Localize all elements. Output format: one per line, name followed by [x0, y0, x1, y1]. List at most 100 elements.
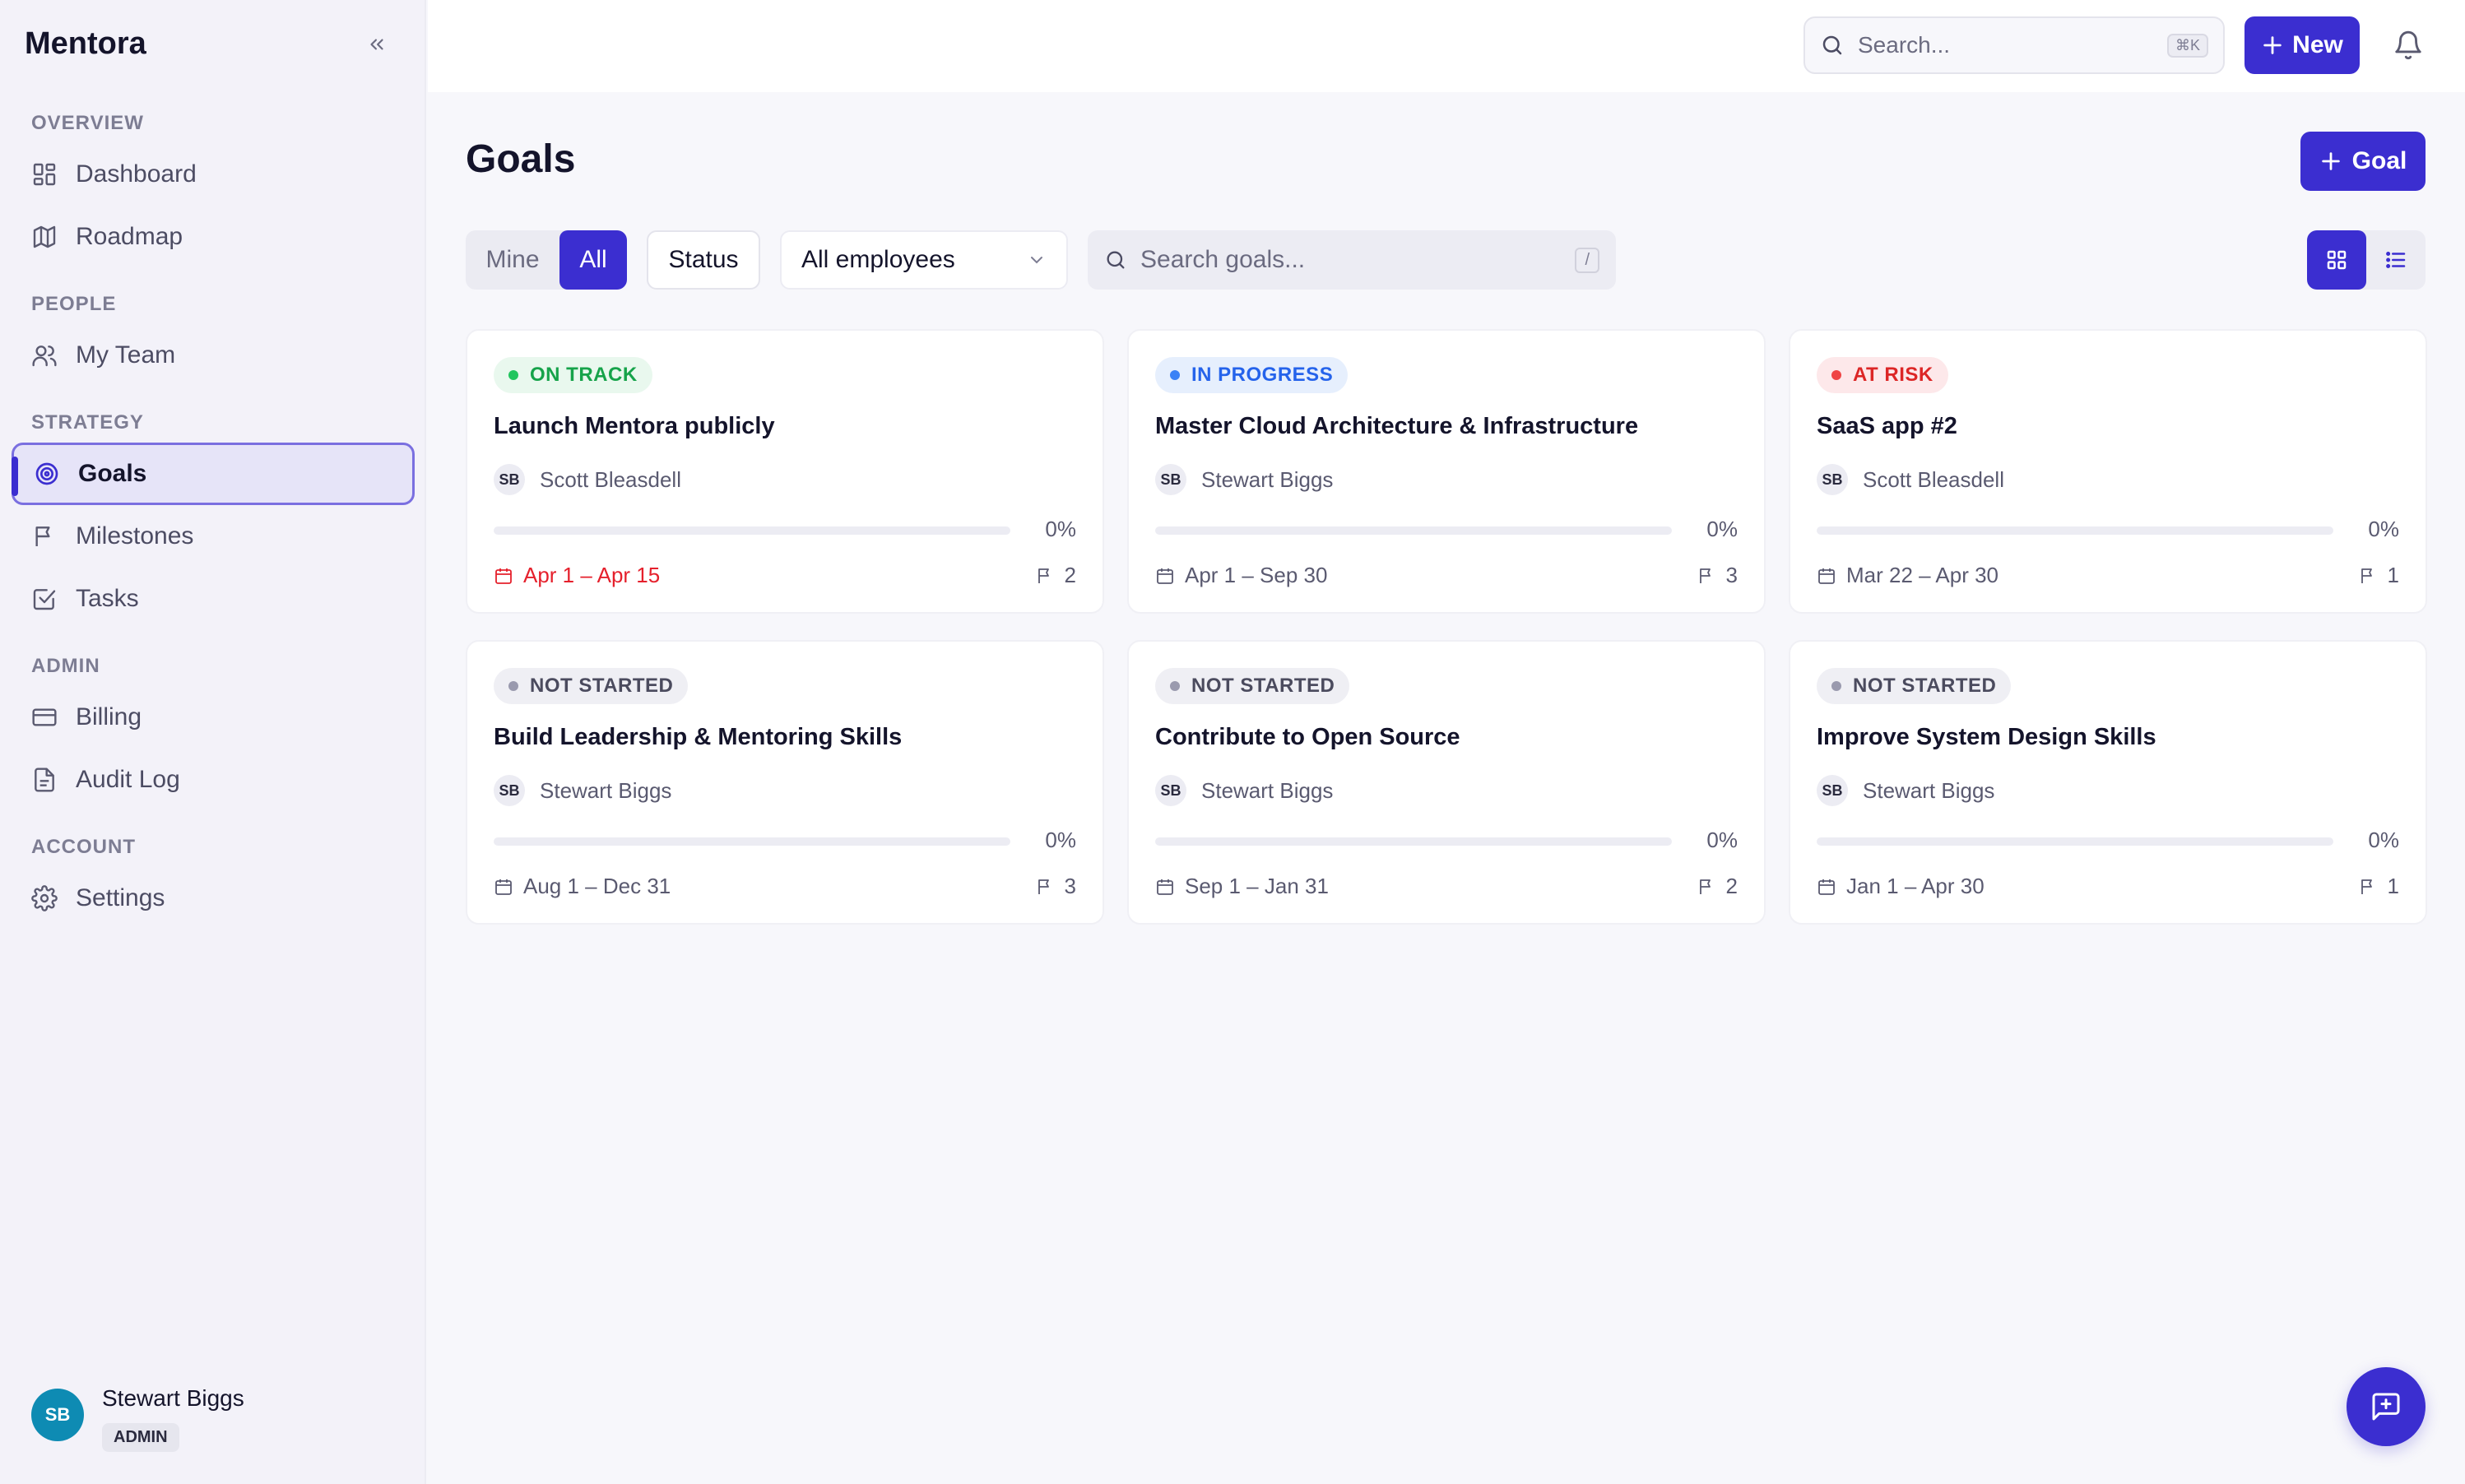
goal-dates: Aug 1 – Dec 31	[494, 874, 671, 899]
status-badge: IN PROGRESS	[1155, 357, 1349, 393]
progress-bar	[1817, 837, 2333, 846]
collapse-sidebar-button[interactable]	[362, 30, 392, 59]
employee-select-value: All employees	[801, 246, 955, 273]
user-name: Stewart Biggs	[102, 1385, 244, 1411]
goal-owner: SB Stewart Biggs	[1155, 464, 1333, 495]
goal-owner: SB Stewart Biggs	[494, 775, 671, 806]
goal-search-input[interactable]: Search goals... /	[1088, 230, 1616, 290]
avatar: SB	[1817, 464, 1848, 495]
milestone-count-value: 1	[2387, 563, 2399, 587]
milestone-count-value: 1	[2387, 874, 2399, 898]
nav-section-account: ACCOUNT	[31, 836, 136, 858]
sidebar-item-milestones[interactable]: Milestones	[12, 505, 415, 568]
list-view-button[interactable]	[2366, 230, 2426, 290]
goal-owner: SB Scott Bleasdell	[494, 464, 681, 495]
goal-title: Contribute to Open Source	[1155, 724, 1460, 750]
calendar-icon	[1818, 879, 1835, 895]
goal-card[interactable]: AT RISK SaaS app #2 SB Scott Bleasdell 0…	[1789, 329, 2427, 614]
brand-logo[interactable]: Mentora	[25, 26, 146, 62]
goal-owner: SB Scott Bleasdell	[1817, 464, 2004, 495]
progress-bar	[494, 837, 1010, 846]
sidebar: Mentora OVERVIEW Dashboard Roadmap PEOPL…	[0, 0, 426, 1484]
status-filter-button[interactable]: Status	[647, 230, 760, 290]
date-range: Mar 22 – Apr 30	[1846, 563, 1998, 587]
goal-card[interactable]: ON TRACK Launch Mentora publicly SB Scot…	[466, 329, 1104, 614]
milestone-count-value: 2	[1725, 874, 1738, 898]
goal-title: Build Leadership & Mentoring Skills	[494, 724, 903, 750]
target-icon	[35, 462, 58, 485]
page-title: Goals	[466, 137, 576, 181]
goal-card[interactable]: NOT STARTED Improve System Design Skills…	[1789, 640, 2427, 925]
status-label: IN PROGRESS	[1191, 364, 1334, 386]
message-plus-icon	[2372, 1393, 2400, 1421]
date-range: Apr 1 – Sep 30	[1185, 563, 1328, 587]
calendar-icon	[1157, 568, 1173, 584]
sidebar-item-settings[interactable]: Settings	[12, 867, 415, 930]
status-dot	[1831, 681, 1841, 691]
goal-title: SaaS app #2	[1817, 413, 1957, 439]
flag-icon	[35, 526, 50, 546]
milestone-count-value: 2	[1064, 563, 1076, 587]
status-badge: AT RISK	[1817, 357, 1948, 393]
date-range: Jan 1 – Apr 30	[1846, 874, 1985, 898]
notifications-button[interactable]	[2393, 30, 2424, 61]
nav-section-admin: ADMIN	[31, 655, 100, 677]
flag-icon	[1699, 568, 1711, 583]
goal-owner: SB Stewart Biggs	[1155, 775, 1333, 806]
progress-bar	[1155, 837, 1672, 846]
status-dot	[1170, 370, 1180, 380]
status-badge: NOT STARTED	[494, 668, 689, 704]
goal-card[interactable]: IN PROGRESS Master Cloud Architecture & …	[1127, 329, 1766, 614]
goal-dates: Jan 1 – Apr 30	[1817, 874, 1985, 899]
flag-icon	[1038, 879, 1049, 894]
date-range: Aug 1 – Dec 31	[523, 874, 671, 898]
sidebar-item-tasks[interactable]: Tasks	[12, 568, 415, 630]
sidebar-item-audit-log[interactable]: Audit Log	[12, 749, 415, 811]
avatar: SB	[1155, 775, 1186, 806]
calendar-icon	[1818, 568, 1835, 584]
calendar-icon	[1157, 879, 1173, 895]
feedback-chat-button[interactable]	[2347, 1367, 2426, 1446]
goal-title: Master Cloud Architecture & Infrastructu…	[1155, 413, 1639, 439]
add-goal-button[interactable]: Goal	[2300, 132, 2426, 191]
goal-card[interactable]: NOT STARTED Build Leadership & Mentoring…	[466, 640, 1104, 925]
avatar: SB	[494, 775, 525, 806]
goal-dates: Apr 1 – Sep 30	[1155, 563, 1327, 588]
status-label: ON TRACK	[530, 364, 638, 386]
sidebar-item-label: Milestones	[76, 522, 194, 550]
sidebar-item-goals[interactable]: Goals	[12, 443, 415, 505]
flag-icon	[2361, 879, 2372, 894]
milestone-count: 2	[1035, 563, 1076, 588]
chevron-down-icon	[1031, 257, 1042, 264]
sidebar-item-roadmap[interactable]: Roadmap	[12, 206, 415, 268]
gear-icon	[31, 885, 58, 911]
sidebar-item-dashboard[interactable]: Dashboard	[12, 143, 415, 206]
current-user[interactable]: SB Stewart Biggs ADMIN	[31, 1385, 244, 1452]
global-search-input[interactable]: Search... ⌘K	[1803, 16, 2225, 74]
employee-select[interactable]: All employees	[780, 230, 1068, 290]
status-badge: NOT STARTED	[1817, 668, 2012, 704]
progress-percent: 0%	[1045, 517, 1076, 541]
status-dot	[508, 370, 518, 380]
scope-all[interactable]: All	[559, 230, 627, 290]
search-icon	[1107, 251, 1125, 269]
goal-card[interactable]: NOT STARTED Contribute to Open Source SB…	[1127, 640, 1766, 925]
progress-bar	[494, 526, 1010, 535]
progress-bar	[1817, 526, 2333, 535]
role-badge: ADMIN	[102, 1423, 179, 1452]
sidebar-item-label: Tasks	[76, 585, 139, 612]
milestone-count: 3	[1035, 874, 1076, 899]
scope-mine[interactable]: Mine	[466, 230, 559, 290]
sidebar-item-my-team[interactable]: My Team	[12, 324, 415, 387]
grid-view-button[interactable]	[2307, 230, 2366, 290]
sidebar-item-billing[interactable]: Billing	[12, 686, 415, 749]
date-range: Sep 1 – Jan 31	[1185, 874, 1329, 898]
sidebar-item-label: My Team	[76, 341, 176, 369]
nav-section-overview: OVERVIEW	[31, 112, 144, 134]
plus-icon	[2263, 36, 2282, 54]
owner-name: Stewart Biggs	[1201, 466, 1334, 492]
users-icon	[32, 345, 57, 367]
status-badge: NOT STARTED	[1155, 668, 1350, 704]
status-dot	[1831, 370, 1841, 380]
new-button[interactable]: New	[2244, 16, 2360, 74]
